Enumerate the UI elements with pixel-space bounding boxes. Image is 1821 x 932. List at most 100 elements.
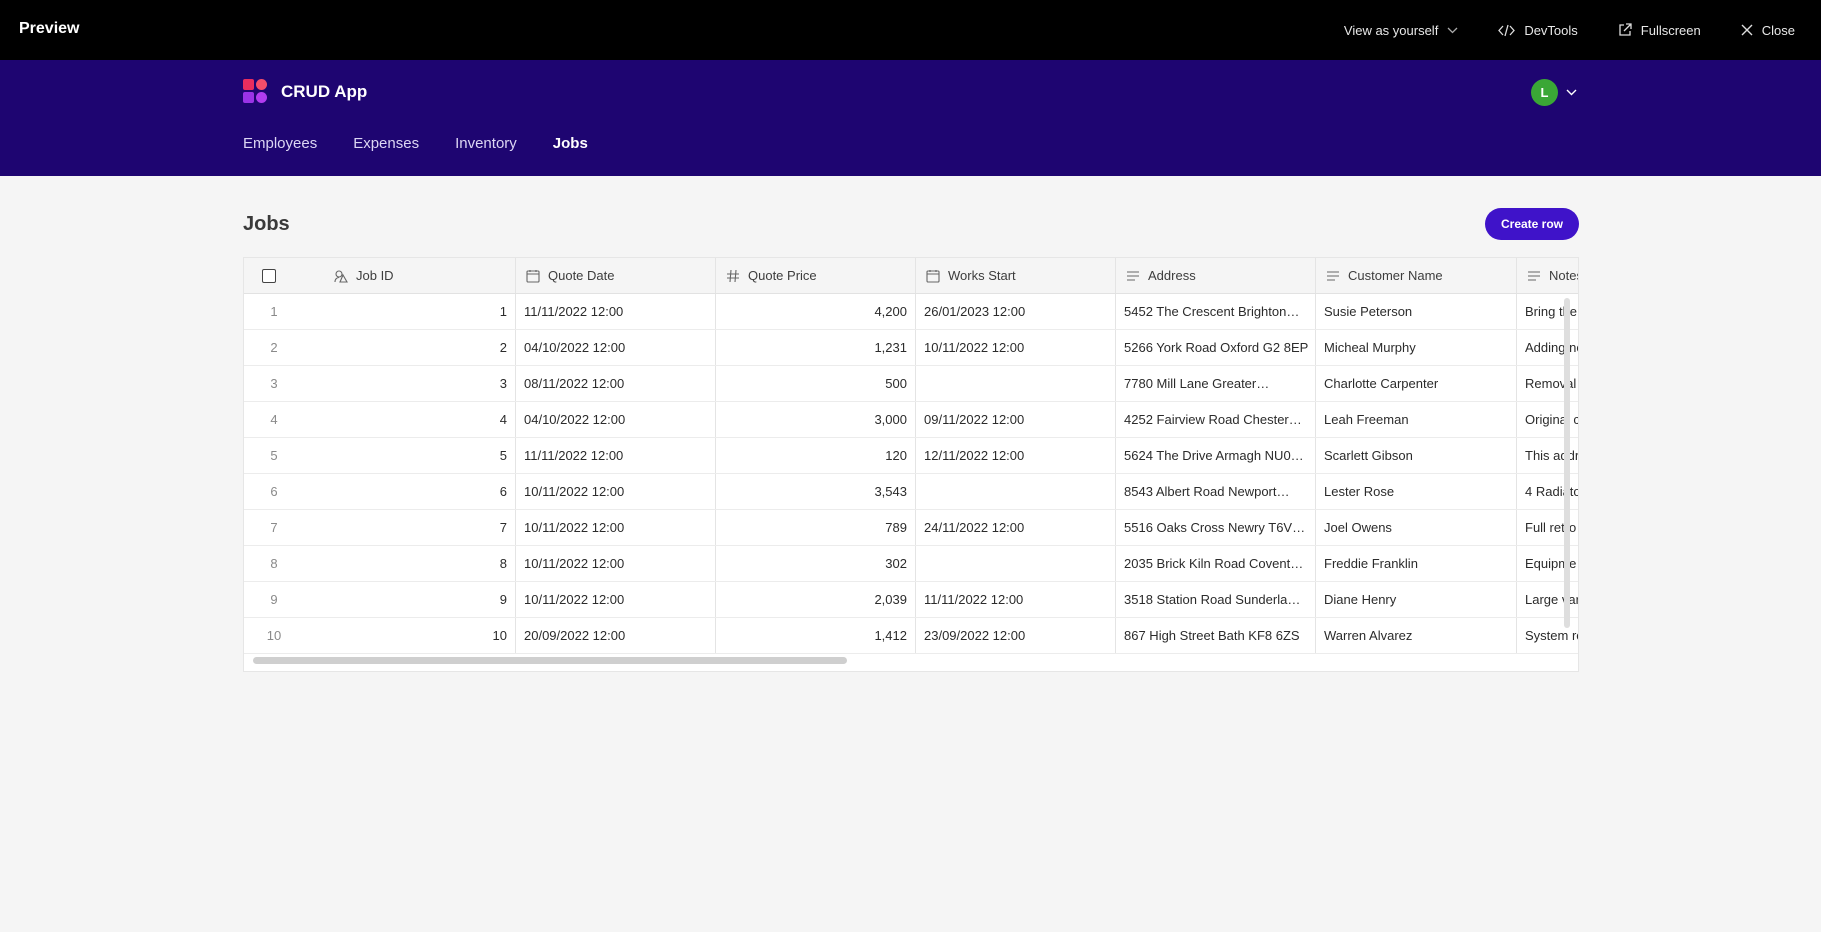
devtools-button[interactable]: DevTools — [1498, 23, 1578, 38]
table-row[interactable]: 2 2 04/10/2022 12:00 1,231 10/11/2022 12:00 5… — [244, 330, 1578, 366]
user-menu[interactable]: L — [1531, 79, 1577, 106]
table-row[interactable]: 5 5 11/11/2022 12:00 120 12/11/2022 12:00 562… — [244, 438, 1578, 474]
cell-works-start[interactable]: 09/11/2022 12:00 — [916, 402, 1116, 437]
cell-quote-price[interactable]: 120 — [716, 438, 916, 473]
cell-works-start[interactable]: 10/11/2022 12:00 — [916, 330, 1116, 365]
cell-quote-date[interactable]: 10/11/2022 12:00 — [516, 546, 716, 581]
cell-job-id[interactable]: 4 — [324, 402, 516, 437]
cell-address[interactable]: 5452 The Crescent Brighton… — [1116, 294, 1316, 329]
cell-quote-price[interactable]: 4,200 — [716, 294, 916, 329]
table-row[interactable]: 4 4 04/10/2022 12:00 3,000 09/11/2022 12:00 4… — [244, 402, 1578, 438]
cell-address[interactable]: 4252 Fairview Road Chester… — [1116, 402, 1316, 437]
cell-address[interactable]: 3518 Station Road Sunderla… — [1116, 582, 1316, 617]
row-number-text: 10 — [266, 628, 282, 643]
cell-customer-name[interactable]: Charlotte Carpenter — [1316, 366, 1517, 401]
row-number-text: 5 — [270, 448, 278, 463]
cell-quote-date[interactable]: 11/11/2022 12:00 — [516, 438, 716, 473]
cell-quote-price[interactable]: 1,231 — [716, 330, 916, 365]
close-icon — [1741, 24, 1753, 36]
cell-job-id[interactable]: 2 — [324, 330, 516, 365]
nav-item-inventory[interactable]: Inventory — [455, 135, 517, 152]
cell-quote-price[interactable]: 302 — [716, 546, 916, 581]
cell-job-id[interactable]: 9 — [324, 582, 516, 617]
nav-item-employees[interactable]: Employees — [243, 135, 317, 152]
cell-quote-date[interactable]: 10/11/2022 12:00 — [516, 474, 716, 509]
cell-customer-name[interactable]: Scarlett Gibson — [1316, 438, 1517, 473]
table-header: Job ID Quote Date Quote Price Works Star… — [244, 258, 1578, 294]
close-button[interactable]: Close — [1741, 23, 1795, 38]
cell-customer-name[interactable]: Freddie Franklin — [1316, 546, 1517, 581]
table-row[interactable]: 1 1 11/11/2022 12:00 4,200 26/01/2023 12:00 5… — [244, 294, 1578, 330]
column-header-address[interactable]: Address — [1116, 258, 1316, 293]
fullscreen-button[interactable]: Fullscreen — [1618, 23, 1701, 38]
cell-address[interactable]: 8543 Albert Road Newport… — [1116, 474, 1316, 509]
cell-quote-price[interactable]: 1,412 — [716, 618, 916, 653]
column-header-quote-price[interactable]: Quote Price — [716, 258, 916, 293]
cell-job-id[interactable]: 3 — [324, 366, 516, 401]
column-header-works-start[interactable]: Works Start — [916, 258, 1116, 293]
cell-customer-name[interactable]: Micheal Murphy — [1316, 330, 1517, 365]
cell-customer-name[interactable]: Diane Henry — [1316, 582, 1517, 617]
cell-job-id[interactable]: 7 — [324, 510, 516, 545]
cell-address[interactable]: 7780 Mill Lane Greater… — [1116, 366, 1316, 401]
column-header-customer-name[interactable]: Customer Name — [1316, 258, 1517, 293]
nav-item-expenses[interactable]: Expenses — [353, 135, 419, 152]
cell-address[interactable]: 5266 York Road Oxford G2 8EP — [1116, 330, 1316, 365]
table-row[interactable]: 9 9 10/11/2022 12:00 2,039 11/11/2022 12:00 3… — [244, 582, 1578, 618]
table-row[interactable]: 6 6 10/11/2022 12:00 3,543 8543 Albert Road … — [244, 474, 1578, 510]
column-header-quote-date[interactable]: Quote Date — [516, 258, 716, 293]
cell-quote-date-text: 10/11/2022 12:00 — [524, 592, 625, 607]
horizontal-scrollbar[interactable] — [253, 657, 847, 664]
cell-quote-date[interactable]: 11/11/2022 12:00 — [516, 294, 716, 329]
cell-job-id[interactable]: 5 — [324, 438, 516, 473]
create-row-button[interactable]: Create row — [1485, 208, 1579, 240]
cell-address[interactable]: 867 High Street Bath KF8 6ZS — [1116, 618, 1316, 653]
cell-job-id[interactable]: 1 — [324, 294, 516, 329]
cell-address[interactable]: 5516 Oaks Cross Newry T6V… — [1116, 510, 1316, 545]
cell-quote-price[interactable]: 3,543 — [716, 474, 916, 509]
cell-quote-price[interactable]: 2,039 — [716, 582, 916, 617]
cell-quote-date[interactable]: 10/11/2022 12:00 — [516, 582, 716, 617]
cell-works-start[interactable]: 12/11/2022 12:00 — [916, 438, 1116, 473]
column-header-job-id[interactable]: Job ID — [324, 258, 516, 293]
view-as-dropdown[interactable]: View as yourself — [1344, 23, 1458, 38]
select-all-checkbox[interactable] — [262, 268, 276, 283]
brand[interactable]: CRUD App — [243, 79, 367, 105]
cell-quote-price[interactable]: 789 — [716, 510, 916, 545]
cell-works-start[interactable] — [916, 474, 1116, 509]
calendar-icon — [526, 269, 540, 283]
table-row[interactable]: 3 3 08/11/2022 12:00 500 7780 Mill Lane Grea… — [244, 366, 1578, 402]
cell-job-id[interactable]: 8 — [324, 546, 516, 581]
cell-quote-date[interactable]: 04/10/2022 12:00 — [516, 402, 716, 437]
cell-quote-date[interactable]: 04/10/2022 12:00 — [516, 330, 716, 365]
vertical-scrollbar[interactable] — [1564, 298, 1570, 628]
cell-address[interactable]: 5624 The Drive Armagh NU0… — [1116, 438, 1316, 473]
cell-address[interactable]: 2035 Brick Kiln Road Covent… — [1116, 546, 1316, 581]
cell-quote-price[interactable]: 3,000 — [716, 402, 916, 437]
row-number-text: 2 — [270, 340, 278, 355]
cell-quote-price[interactable]: 500 — [716, 366, 916, 401]
nav-item-jobs[interactable]: Jobs — [553, 135, 588, 152]
cell-customer-name[interactable]: Susie Peterson — [1316, 294, 1517, 329]
cell-quote-date[interactable]: 08/11/2022 12:00 — [516, 366, 716, 401]
cell-quote-date[interactable]: 10/11/2022 12:00 — [516, 510, 716, 545]
cell-customer-name[interactable]: Warren Alvarez — [1316, 618, 1517, 653]
row-number: 10 — [244, 618, 324, 653]
cell-job-id[interactable]: 6 — [324, 474, 516, 509]
column-header-notes[interactable]: Notes — [1517, 258, 1578, 293]
cell-customer-name[interactable]: Joel Owens — [1316, 510, 1517, 545]
cell-works-start[interactable]: 24/11/2022 12:00 — [916, 510, 1116, 545]
cell-customer-name[interactable]: Lester Rose — [1316, 474, 1517, 509]
cell-works-start[interactable]: 23/09/2022 12:00 — [916, 618, 1116, 653]
cell-quote-date[interactable]: 20/09/2022 12:00 — [516, 618, 716, 653]
table-row[interactable]: 10 10 20/09/2022 12:00 1,412 23/09/2022 12:0… — [244, 618, 1578, 654]
table-row[interactable]: 8 8 10/11/2022 12:00 302 2035 Brick Kiln Roa… — [244, 546, 1578, 582]
cell-works-start[interactable]: 26/01/2023 12:00 — [916, 294, 1116, 329]
cell-customer-name[interactable]: Leah Freeman — [1316, 402, 1517, 437]
cell-job-id[interactable]: 10 — [324, 618, 516, 653]
cell-works-start[interactable] — [916, 546, 1116, 581]
cell-works-start[interactable] — [916, 366, 1116, 401]
table-row[interactable]: 7 7 10/11/2022 12:00 789 24/11/2022 12:00 551… — [244, 510, 1578, 546]
cell-works-start[interactable]: 11/11/2022 12:00 — [916, 582, 1116, 617]
cell-works-start-text: 24/11/2022 12:00 — [924, 520, 1025, 535]
